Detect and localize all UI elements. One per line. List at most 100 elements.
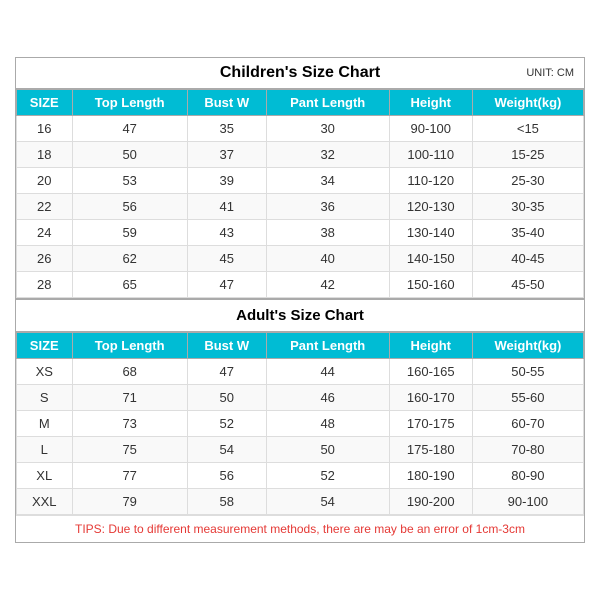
table-cell: 75	[72, 437, 187, 463]
table-cell: 41	[187, 194, 266, 220]
table-cell: 53	[72, 168, 187, 194]
children-table: SIZE Top Length Bust W Pant Length Heigh…	[16, 89, 584, 298]
table-cell: 73	[72, 411, 187, 437]
children-col-top-length: Top Length	[72, 90, 187, 116]
table-cell: 35	[187, 116, 266, 142]
table-cell: 22	[17, 194, 73, 220]
table-cell: 100-110	[389, 142, 472, 168]
table-cell: 175-180	[389, 437, 472, 463]
table-row: L755450175-18070-80	[17, 437, 584, 463]
tips-row: TIPS: Due to different measurement metho…	[16, 515, 584, 542]
adults-col-bust-w: Bust W	[187, 333, 266, 359]
table-row: 26624540140-15040-45	[17, 246, 584, 272]
table-cell: XS	[17, 359, 73, 385]
table-cell: 44	[266, 359, 389, 385]
children-col-pant-length: Pant Length	[266, 90, 389, 116]
table-cell: S	[17, 385, 73, 411]
table-cell: 55-60	[472, 385, 583, 411]
table-row: S715046160-17055-60	[17, 385, 584, 411]
table-cell: 37	[187, 142, 266, 168]
table-cell: 71	[72, 385, 187, 411]
children-col-weight: Weight(kg)	[472, 90, 583, 116]
table-cell: 46	[266, 385, 389, 411]
children-col-bust-w: Bust W	[187, 90, 266, 116]
table-row: XXL795854190-20090-100	[17, 489, 584, 515]
table-cell: 30	[266, 116, 389, 142]
table-row: XS684744160-16550-55	[17, 359, 584, 385]
table-row: M735248170-17560-70	[17, 411, 584, 437]
table-row: 24594338130-14035-40	[17, 220, 584, 246]
table-cell: 32	[266, 142, 389, 168]
table-cell: 47	[187, 359, 266, 385]
table-cell: XXL	[17, 489, 73, 515]
table-cell: 62	[72, 246, 187, 272]
table-cell: 28	[17, 272, 73, 298]
table-cell: 34	[266, 168, 389, 194]
table-cell: 54	[266, 489, 389, 515]
chart-container: Children's Size Chart UNIT: CM SIZE Top …	[15, 57, 585, 543]
table-cell: 15-25	[472, 142, 583, 168]
table-row: 28654742150-16045-50	[17, 272, 584, 298]
table-cell: 56	[187, 463, 266, 489]
adults-title: Adult's Size Chart	[16, 298, 584, 332]
table-cell: 180-190	[389, 463, 472, 489]
children-col-size: SIZE	[17, 90, 73, 116]
table-cell: 90-100	[472, 489, 583, 515]
table-cell: 50	[266, 437, 389, 463]
table-cell: <15	[472, 116, 583, 142]
adults-header-row: SIZE Top Length Bust W Pant Length Heigh…	[17, 333, 584, 359]
table-cell: 190-200	[389, 489, 472, 515]
adults-col-weight: Weight(kg)	[472, 333, 583, 359]
table-cell: 50	[187, 385, 266, 411]
table-cell: 35-40	[472, 220, 583, 246]
table-row: 18503732100-11015-25	[17, 142, 584, 168]
table-cell: 20	[17, 168, 73, 194]
children-header-row: SIZE Top Length Bust W Pant Length Heigh…	[17, 90, 584, 116]
adults-col-pant-length: Pant Length	[266, 333, 389, 359]
table-cell: 18	[17, 142, 73, 168]
table-row: 22564136120-13030-35	[17, 194, 584, 220]
table-cell: 30-35	[472, 194, 583, 220]
adults-col-size: SIZE	[17, 333, 73, 359]
table-cell: 45-50	[472, 272, 583, 298]
table-cell: 40	[266, 246, 389, 272]
table-cell: 60-70	[472, 411, 583, 437]
table-cell: 120-130	[389, 194, 472, 220]
table-cell: 140-150	[389, 246, 472, 272]
tips-text: TIPS: Due to different measurement metho…	[75, 522, 525, 536]
table-cell: 39	[187, 168, 266, 194]
adults-table: SIZE Top Length Bust W Pant Length Heigh…	[16, 332, 584, 515]
table-cell: 160-165	[389, 359, 472, 385]
table-cell: 54	[187, 437, 266, 463]
table-cell: 58	[187, 489, 266, 515]
table-cell: 150-160	[389, 272, 472, 298]
table-cell: 59	[72, 220, 187, 246]
table-cell: 42	[266, 272, 389, 298]
table-cell: 70-80	[472, 437, 583, 463]
table-cell: 47	[72, 116, 187, 142]
table-cell: 160-170	[389, 385, 472, 411]
table-row: 1647353090-100<15	[17, 116, 584, 142]
table-row: 20533934110-12025-30	[17, 168, 584, 194]
table-cell: M	[17, 411, 73, 437]
table-cell: 110-120	[389, 168, 472, 194]
table-cell: 50-55	[472, 359, 583, 385]
table-cell: 56	[72, 194, 187, 220]
table-cell: 50	[72, 142, 187, 168]
children-title-row: Children's Size Chart UNIT: CM	[16, 58, 584, 89]
table-cell: 24	[17, 220, 73, 246]
children-col-height: Height	[389, 90, 472, 116]
table-cell: 68	[72, 359, 187, 385]
adults-col-height: Height	[389, 333, 472, 359]
table-cell: 79	[72, 489, 187, 515]
table-cell: 38	[266, 220, 389, 246]
table-cell: 77	[72, 463, 187, 489]
adults-col-top-length: Top Length	[72, 333, 187, 359]
table-cell: 43	[187, 220, 266, 246]
table-cell: 48	[266, 411, 389, 437]
table-cell: L	[17, 437, 73, 463]
table-cell: 130-140	[389, 220, 472, 246]
table-cell: 47	[187, 272, 266, 298]
table-cell: 52	[266, 463, 389, 489]
table-cell: 36	[266, 194, 389, 220]
